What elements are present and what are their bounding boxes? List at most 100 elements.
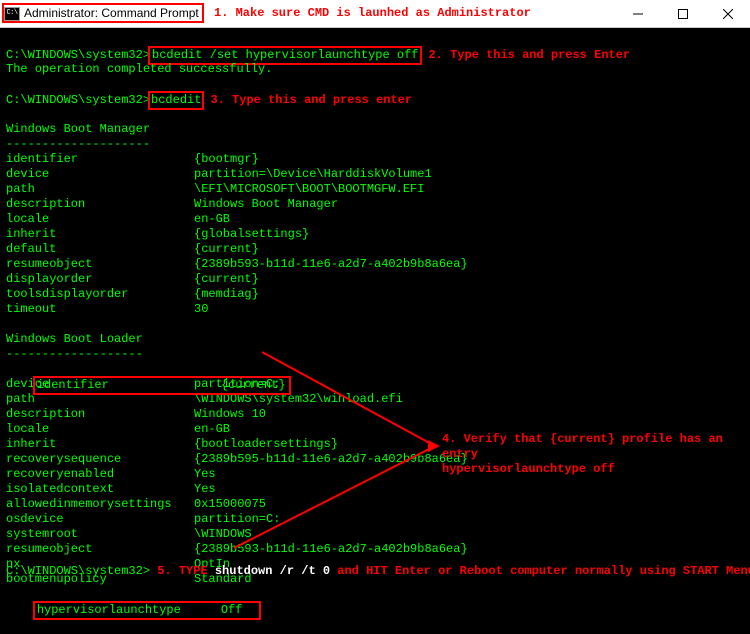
kv-row: displayorder{current}: [6, 272, 744, 287]
kv-row: systemroot\WINDOWS: [6, 527, 744, 542]
kv-row-boxed: hypervisorlaunchtypeOff: [6, 587, 744, 602]
annotation-5-pre: 5. TYPE: [157, 564, 215, 578]
kv-value: Windows Boot Manager: [194, 197, 338, 212]
kv-value: {2389b595-b11d-11e6-a2d7-a402b9b8a6ea}: [194, 452, 468, 467]
annotation-5-post: and HIT Enter or Reboot computer normall…: [330, 564, 750, 578]
kv-key: toolsdisplayorder: [6, 287, 194, 302]
kv-value: Off: [221, 603, 243, 618]
kv-value: 0x15000075: [194, 497, 266, 512]
kv-row: osdevicepartition=C:: [6, 512, 744, 527]
kv-key: path: [6, 182, 194, 197]
annotation-box-1: [2, 3, 204, 23]
kv-row: resumeobject{2389b593-b11d-11e6-a2d7-a40…: [6, 257, 744, 272]
kv-value: en-GB: [194, 422, 230, 437]
window-controls: [615, 0, 750, 27]
kv-value: {globalsettings}: [194, 227, 309, 242]
kv-key: hypervisorlaunchtype: [37, 603, 221, 618]
kv-key: description: [6, 197, 194, 212]
kv-row: path\EFI\MICROSOFT\BOOT\BOOTMGFW.EFI: [6, 182, 744, 197]
kv-value: {current}: [221, 378, 286, 393]
kv-value: \EFI\MICROSOFT\BOOT\BOOTMGFW.EFI: [194, 182, 424, 197]
annotation-text-2: 2. Type this and press Enter: [428, 48, 630, 62]
kv-value: Yes: [194, 467, 216, 482]
section-underline: -------------------: [6, 347, 744, 362]
kv-row: default{current}: [6, 242, 744, 257]
kv-value: partition=\Device\HarddiskVolume1: [194, 167, 432, 182]
annotation-box-4b: hypervisorlaunchtypeOff: [33, 601, 261, 620]
terminal-output[interactable]: C:\WINDOWS\system32>bcdedit /set hypervi…: [0, 28, 750, 583]
kv-key: resumeobject: [6, 542, 194, 557]
kv-row: isolatedcontextYes: [6, 482, 744, 497]
kv-key: recoveryenabled: [6, 467, 194, 482]
kv-row: toolsdisplayorder{memdiag}: [6, 287, 744, 302]
section-header-loader: Windows Boot Loader: [6, 332, 744, 347]
command-line-1: C:\WINDOWS\system32>bcdedit /set hypervi…: [6, 47, 744, 62]
kv-key: osdevice: [6, 512, 194, 527]
close-button[interactable]: [705, 0, 750, 27]
kv-value: {bootmgr}: [194, 152, 259, 167]
maximize-button[interactable]: [660, 0, 705, 27]
window-titlebar: Administrator: Command Prompt 1. Make su…: [0, 0, 750, 28]
annotation-text-3: 3. Type this and press enter: [210, 93, 412, 107]
kv-key: systemroot: [6, 527, 194, 542]
annotation-text-4: 4. Verify that {current} profile has an …: [442, 432, 750, 477]
kv-value: en-GB: [194, 212, 230, 227]
kv-value: {memdiag}: [194, 287, 259, 302]
kv-row: resumeobject{2389b593-b11d-11e6-a2d7-a40…: [6, 542, 744, 557]
kv-key: default: [6, 242, 194, 257]
prompt-text: C:\WINDOWS\system32>: [6, 564, 150, 578]
blank-line: [6, 77, 744, 92]
command-line-3: C:\WINDOWS\system32> 5. TYPE shutdown /r…: [6, 564, 750, 579]
kv-row: timeout30: [6, 302, 744, 317]
blank-line: [6, 107, 744, 122]
prompt-text: C:\WINDOWS\system32>: [6, 48, 150, 62]
annotation-text-1: 1. Make sure CMD is launhed as Administr…: [214, 6, 531, 21]
section-underline: --------------------: [6, 137, 744, 152]
kv-row: localeen-GB: [6, 212, 744, 227]
kv-value: {current}: [194, 242, 259, 257]
kv-key: identifier: [6, 152, 194, 167]
kv-key: displayorder: [6, 272, 194, 287]
minimize-button[interactable]: [615, 0, 660, 27]
prompt-text: C:\WINDOWS\system32>: [6, 93, 150, 107]
kv-value: {current}: [194, 272, 259, 287]
kv-value: Yes: [194, 482, 216, 497]
kv-value: {bootloadersettings}: [194, 437, 338, 452]
kv-row: devicepartition=\Device\HarddiskVolume1: [6, 167, 744, 182]
kv-value: \WINDOWS: [194, 527, 252, 542]
kv-key: locale: [6, 212, 194, 227]
kv-value: Windows 10: [194, 407, 266, 422]
kv-row-boxed: identifier{current}: [6, 362, 744, 377]
annotation-4-line2: hypervisorlaunchtype off: [442, 462, 750, 477]
cmd1-text: bcdedit /set hypervisorlaunchtype off: [152, 48, 418, 62]
kv-key: allowedinmemorysettings: [6, 497, 194, 512]
blank-line: [6, 32, 744, 47]
cmd2-text: bcdedit: [151, 93, 201, 107]
kv-key: timeout: [6, 302, 194, 317]
kv-row: inherit{globalsettings}: [6, 227, 744, 242]
kv-key: isolatedcontext: [6, 482, 194, 497]
annotation-box-4a: identifier{current}: [33, 376, 291, 395]
kv-key: identifier: [37, 378, 221, 393]
kv-key: description: [6, 407, 194, 422]
kv-value: {2389b593-b11d-11e6-a2d7-a402b9b8a6ea}: [194, 542, 468, 557]
kv-row: descriptionWindows 10: [6, 407, 744, 422]
kv-key: resumeobject: [6, 257, 194, 272]
kv-key: device: [6, 167, 194, 182]
kv-row: descriptionWindows Boot Manager: [6, 197, 744, 212]
kv-value: {2389b593-b11d-11e6-a2d7-a402b9b8a6ea}: [194, 257, 468, 272]
kv-row: identifier{bootmgr}: [6, 152, 744, 167]
blank-line: [6, 317, 744, 332]
annotation-5-cmd: shutdown /r /t 0: [215, 564, 330, 578]
kv-value: 30: [194, 302, 208, 317]
kv-key: inherit: [6, 437, 194, 452]
kv-key: inherit: [6, 227, 194, 242]
kv-row: allowedinmemorysettings0x15000075: [6, 497, 744, 512]
annotation-box-3: bcdedit: [148, 91, 204, 110]
annotation-4-line1: 4. Verify that {current} profile has an …: [442, 432, 750, 462]
kv-key: recoverysequence: [6, 452, 194, 467]
kv-value: partition=C:: [194, 512, 280, 527]
kv-key: locale: [6, 422, 194, 437]
command-line-2: C:\WINDOWS\system32>bcdedit 3. Type this …: [6, 92, 744, 107]
section-header-bootmgr: Windows Boot Manager: [6, 122, 744, 137]
